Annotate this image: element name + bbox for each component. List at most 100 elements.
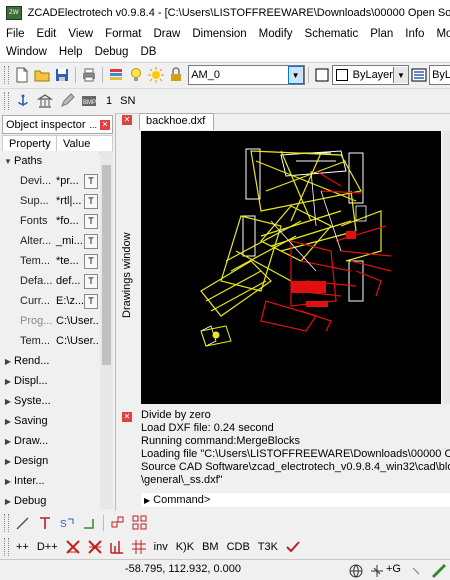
grid-icon[interactable] — [130, 538, 148, 556]
property-value[interactable]: C:\User... — [54, 335, 99, 347]
delete-all-icon[interactable] — [86, 538, 104, 556]
property-value[interactable]: *fo... — [54, 215, 84, 227]
scroll-thumb[interactable] — [102, 165, 111, 365]
edit-path-button[interactable]: T — [84, 293, 98, 309]
invert-button[interactable]: inv — [154, 541, 168, 553]
property-row[interactable]: Devi... *pr... T — [2, 171, 99, 191]
property-group[interactable]: ▶ Syste... — [2, 391, 99, 411]
property-group[interactable]: ▶ Debug — [2, 491, 99, 509]
canvas-scrollbar[interactable] — [443, 131, 450, 404]
snap-button[interactable]: SN — [120, 95, 135, 107]
plus-g-button[interactable]: +G — [386, 563, 401, 575]
menu-view[interactable]: View — [62, 28, 99, 40]
linetype-select[interactable]: ByLayer ▼ — [331, 65, 409, 85]
group-paths[interactable]: ▼ Paths — [2, 151, 99, 171]
column-value[interactable]: Value — [57, 136, 90, 152]
open-folder-icon[interactable] — [34, 66, 50, 84]
edit-path-button[interactable]: T — [84, 233, 98, 249]
anchor-icon[interactable] — [14, 92, 32, 110]
property-value[interactable]: *pr... — [54, 175, 84, 187]
collapsed-arrow-icon[interactable]: ▶ — [2, 437, 14, 446]
edit-path-button[interactable]: T — [84, 173, 98, 189]
snap-text-icon[interactable]: S — [58, 514, 76, 532]
property-value[interactable]: C:\User... — [54, 315, 99, 327]
property-group[interactable]: ▶ Draw... — [2, 431, 99, 451]
menu-dimension[interactable]: Dimension — [186, 28, 252, 40]
menu-edit[interactable]: Edit — [31, 28, 63, 40]
property-value[interactable]: _mi... — [54, 235, 84, 247]
menu-plan[interactable]: Plan — [364, 28, 399, 40]
close-icon[interactable]: ✕ — [100, 119, 110, 130]
new-file-icon[interactable] — [14, 66, 30, 84]
collapsed-arrow-icon[interactable]: ▶ — [2, 457, 14, 466]
delete-red-icon[interactable] — [64, 538, 82, 556]
edit-path-button[interactable]: T — [84, 253, 98, 269]
print-icon[interactable] — [81, 66, 97, 84]
chevron-down-icon[interactable]: ▼ — [287, 66, 304, 84]
close-icon[interactable]: ✕ — [122, 115, 132, 125]
color-swatch-icon[interactable] — [314, 66, 330, 84]
tab-backhoe[interactable]: backhoe.dxf — [139, 113, 215, 130]
property-group[interactable]: ▶ Displ... — [2, 371, 99, 391]
t3k-button[interactable]: T3K — [258, 541, 278, 553]
menu-help[interactable]: Help — [53, 46, 89, 58]
collapsed-arrow-icon[interactable]: ▶ — [2, 477, 14, 486]
menu-info[interactable]: Info — [399, 28, 430, 40]
chart-icon[interactable] — [108, 538, 126, 556]
d-plus-plus-button[interactable]: D++ — [37, 541, 58, 553]
collapsed-arrow-icon[interactable]: ▶ — [2, 357, 14, 366]
line-tool-icon[interactable] — [430, 562, 448, 580]
sun-icon[interactable] — [148, 66, 165, 84]
globe-icon[interactable] — [347, 562, 365, 580]
property-row[interactable]: Tem... *te... T — [2, 251, 99, 271]
property-row[interactable]: Prog... C:\User... — [2, 311, 99, 331]
menu-debug[interactable]: Debug — [89, 46, 135, 58]
bm-button[interactable]: BM — [202, 541, 219, 553]
collapsed-arrow-icon[interactable]: ▶ — [2, 377, 14, 386]
building-icon[interactable] — [36, 92, 54, 110]
menu-window[interactable]: Window — [0, 46, 53, 58]
column-property[interactable]: Property — [3, 136, 57, 152]
ortho-icon[interactable] — [80, 514, 98, 532]
collapsed-arrow-icon[interactable]: ▶ — [2, 497, 14, 506]
lineweight-icon[interactable] — [411, 66, 427, 84]
layers-icon[interactable] — [108, 66, 124, 84]
edit-path-button[interactable]: T — [84, 273, 98, 289]
property-value[interactable]: def... — [54, 275, 84, 287]
cdb-button[interactable]: CDB — [227, 541, 250, 553]
cad-drawing[interactable] — [141, 131, 441, 404]
k-k-button[interactable]: K)K — [176, 541, 194, 553]
property-value[interactable]: *te... — [54, 255, 84, 267]
toolbar-grip[interactable] — [4, 66, 9, 84]
property-row[interactable]: Sup... *rtl|... T — [2, 191, 99, 211]
chevron-down-icon[interactable]: ▼ — [392, 67, 408, 83]
menu-format[interactable]: Format — [99, 28, 147, 40]
property-value[interactable]: *rtl|... — [54, 195, 84, 207]
lineweight-select[interactable]: ByL — [429, 65, 450, 85]
menu-file[interactable]: File — [0, 28, 31, 40]
toolbar-grip[interactable] — [4, 92, 9, 110]
menu-schematic[interactable]: Schematic — [299, 28, 365, 40]
property-group[interactable]: ▶ Design — [2, 451, 99, 471]
property-group[interactable]: ▶ Saving — [2, 411, 99, 431]
property-group[interactable]: ▶ Rend... — [2, 351, 99, 371]
property-group[interactable]: ▶ Inter... — [2, 471, 99, 491]
toolbar-grip[interactable] — [4, 514, 9, 532]
cross-icon[interactable] — [368, 562, 386, 580]
menu-modify[interactable]: Modify — [253, 28, 299, 40]
command-line[interactable]: ▶ Command> — [141, 493, 450, 507]
menu-db[interactable]: DB — [134, 46, 162, 58]
text-icon[interactable] — [36, 514, 54, 532]
toolbar-grip[interactable] — [4, 538, 9, 556]
property-row[interactable]: Alter... _mi... T — [2, 231, 99, 251]
inspector-scrollbar[interactable] — [100, 151, 113, 509]
check-icon[interactable] — [284, 538, 302, 556]
brush-icon[interactable] — [14, 514, 32, 532]
bmp-icon[interactable]: BMP — [80, 92, 98, 110]
more-icon[interactable]: ... — [89, 120, 100, 130]
save-icon[interactable] — [54, 66, 70, 84]
bulb-icon[interactable] — [128, 66, 144, 84]
layer-select[interactable]: AM_0 ▼ — [188, 65, 305, 85]
property-row[interactable]: Tem... C:\User... — [2, 331, 99, 351]
drawing-canvas[interactable] — [141, 131, 441, 404]
